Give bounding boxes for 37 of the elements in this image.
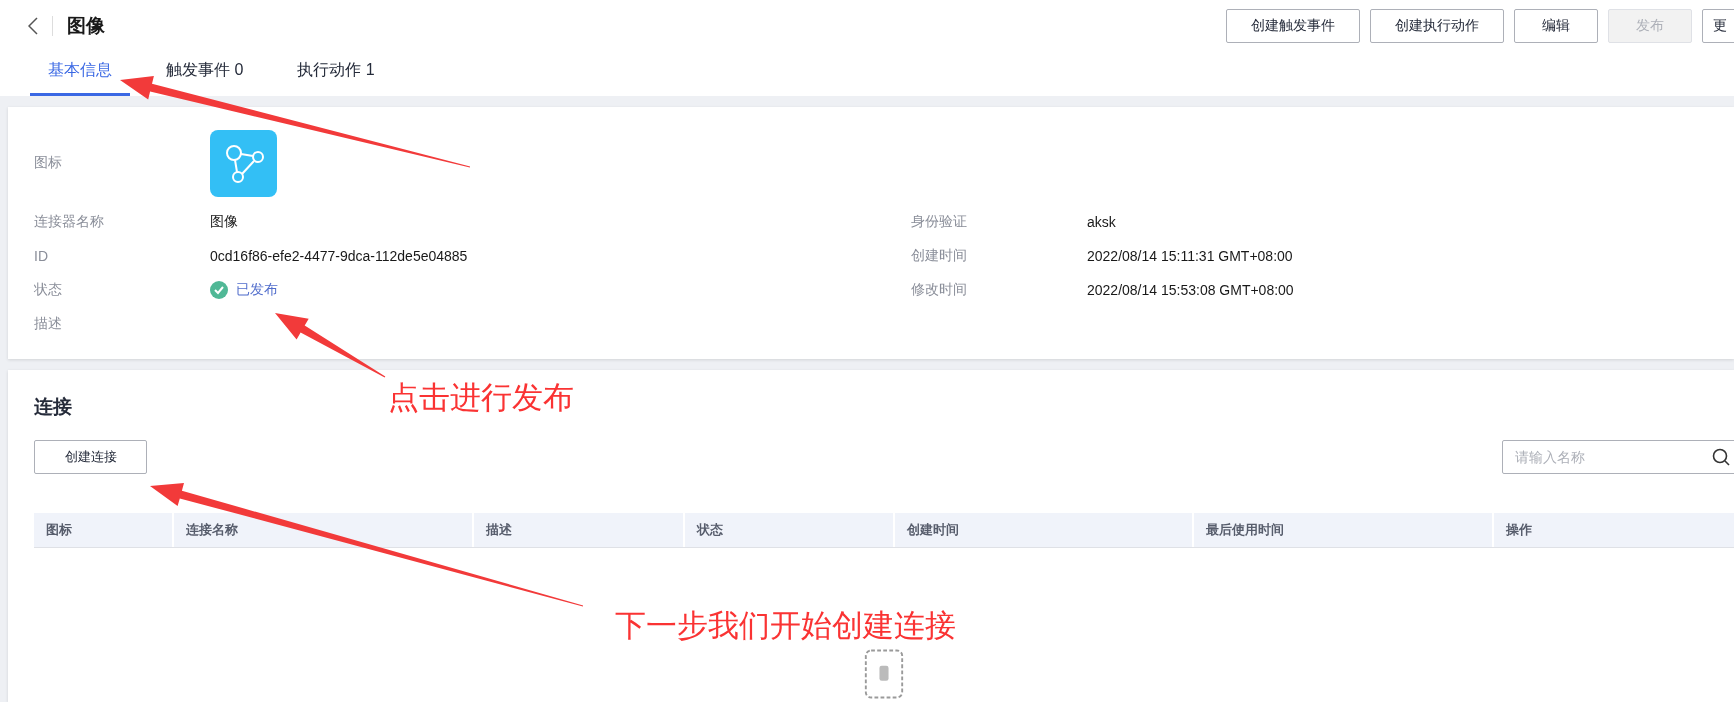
check-circle-icon — [210, 281, 228, 299]
action-button[interactable]: 更 — [1702, 9, 1734, 43]
field-value: aksk — [1087, 214, 1116, 230]
create-connection-button[interactable]: 创建连接 — [34, 440, 147, 474]
field-value: 0cd16f86-efe2-4477-9dca-112de5e04885 — [210, 248, 468, 264]
tab[interactable]: 触发事件 0 — [148, 56, 262, 96]
field-value: 2022/08/14 15:53:08 GMT+08:00 — [1087, 282, 1294, 298]
field-label: 修改时间 — [911, 281, 968, 299]
search-icon[interactable] — [1712, 448, 1730, 466]
field-label: 状态 — [34, 281, 63, 299]
annotation-text: 点击进行发布 — [388, 380, 574, 416]
field-label: 创建时间 — [911, 247, 968, 265]
search-field[interactable]: 请输入名称 — [1502, 440, 1734, 474]
field-value: 图像 — [210, 213, 238, 231]
status-text: 已发布 — [236, 281, 278, 299]
column-header: 状态 — [683, 513, 893, 547]
action-button[interactable]: 创建触发事件 — [1226, 9, 1360, 43]
page-title: 图像 — [52, 16, 105, 36]
tab[interactable]: 执行动作 1 — [279, 56, 393, 96]
field-label: ID — [34, 248, 49, 264]
field-label: 描述 — [34, 315, 63, 333]
action-button[interactable]: 编辑 — [1514, 9, 1598, 43]
empty-state-icon — [864, 649, 904, 699]
field-value: 2022/08/14 15:11:31 GMT+08:00 — [1087, 248, 1293, 264]
action-button[interactable]: 创建执行动作 — [1370, 9, 1504, 43]
annotation-text: 下一步我们开始创建连接 — [615, 608, 956, 644]
column-header: 描述 — [472, 513, 683, 547]
column-header: 最后使用时间 — [1192, 513, 1492, 547]
column-header: 操作 — [1492, 513, 1734, 547]
back-icon[interactable] — [28, 17, 38, 35]
column-header: 图标 — [45, 521, 73, 539]
field-label: 图标 — [34, 154, 63, 172]
column-header: 创建时间 — [893, 513, 1192, 547]
connector-icon — [210, 129, 277, 197]
field-label: 身份验证 — [911, 213, 968, 231]
section-title: 连接 — [34, 395, 72, 419]
field-label: 连接器名称 — [34, 213, 105, 231]
